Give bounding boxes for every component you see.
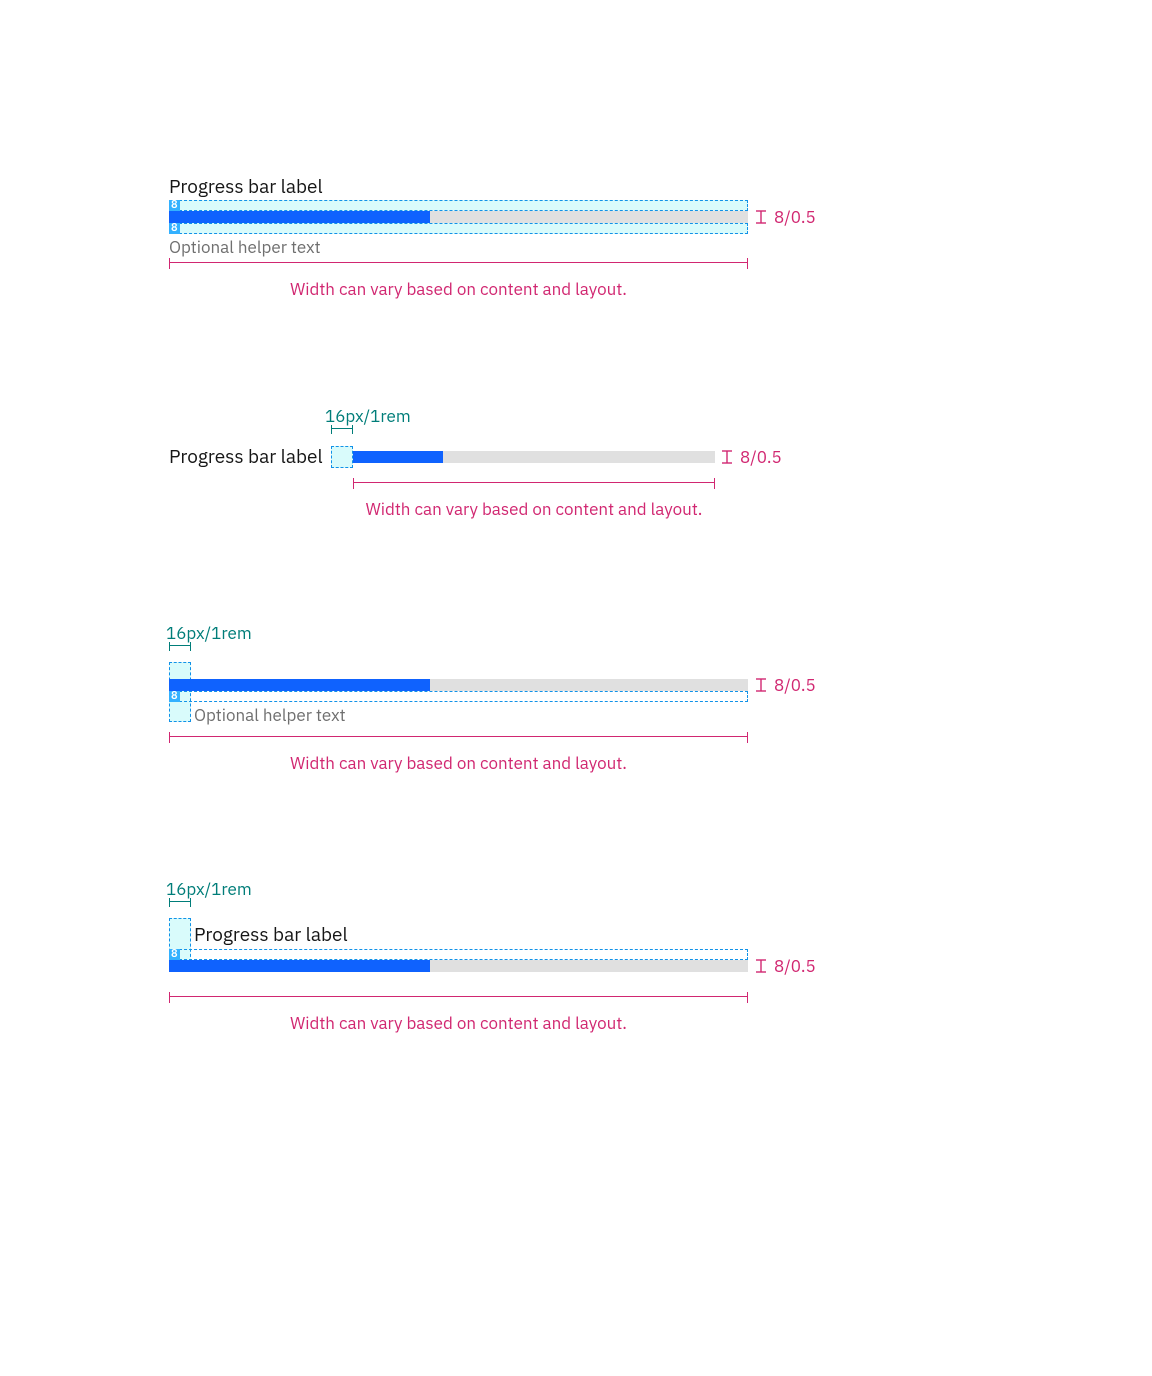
spacing-annotation: 16px/1rem bbox=[325, 405, 411, 427]
progress-label: Progress bar label bbox=[169, 176, 819, 198]
spacing-annotation: 16px/1rem bbox=[166, 878, 252, 900]
spacer-top bbox=[169, 200, 748, 211]
height-annotation-text: 8/0.5 bbox=[774, 955, 816, 977]
spacer-tag-bottom: 8 bbox=[169, 223, 180, 234]
height-annotation: 8/0.5 bbox=[754, 674, 816, 696]
width-caption: Width can vary based on content and layo… bbox=[169, 1012, 748, 1034]
spacer-horizontal bbox=[331, 446, 353, 468]
height-annotation-text: 8/0.5 bbox=[774, 674, 816, 696]
spacer-bottom bbox=[169, 223, 748, 234]
progress-fill bbox=[169, 960, 430, 972]
width-caption: Width can vary based on content and layo… bbox=[169, 752, 748, 774]
spacer-tag-top: 8 bbox=[169, 200, 180, 211]
spacing-bracket bbox=[169, 645, 191, 646]
spacing-bracket bbox=[331, 428, 353, 429]
spacer-tag: 8 bbox=[169, 691, 180, 702]
width-ruler bbox=[169, 736, 748, 737]
height-annotation: 8/0.5 bbox=[754, 206, 816, 228]
progress-fill bbox=[169, 679, 430, 691]
width-caption: Width can vary based on content and layo… bbox=[353, 498, 715, 520]
spacer-top bbox=[169, 949, 748, 960]
width-ruler bbox=[169, 996, 748, 997]
spacer-tag: 8 bbox=[169, 949, 180, 960]
helper-text: Optional helper text bbox=[169, 236, 321, 258]
width-ruler bbox=[169, 262, 748, 263]
spacing-bracket bbox=[169, 901, 191, 902]
progress-label: Progress bar label bbox=[194, 924, 348, 946]
width-caption: Width can vary based on content and layo… bbox=[169, 278, 748, 300]
progress-fill bbox=[169, 211, 430, 223]
helper-text: Optional helper text bbox=[194, 704, 346, 726]
height-annotation: 8/0.5 bbox=[754, 955, 816, 977]
progress-fill bbox=[353, 451, 443, 463]
progress-label-inline: Progress bar label bbox=[169, 446, 323, 468]
spec-v1: Progress bar label bbox=[169, 176, 819, 198]
width-ruler bbox=[353, 482, 715, 483]
height-annotation: 8/0.5 bbox=[720, 446, 782, 468]
spacing-annotation: 16px/1rem bbox=[166, 622, 252, 644]
height-annotation-text: 8/0.5 bbox=[774, 206, 816, 228]
spacer-bottom bbox=[169, 691, 748, 702]
height-annotation-text: 8/0.5 bbox=[740, 446, 782, 468]
